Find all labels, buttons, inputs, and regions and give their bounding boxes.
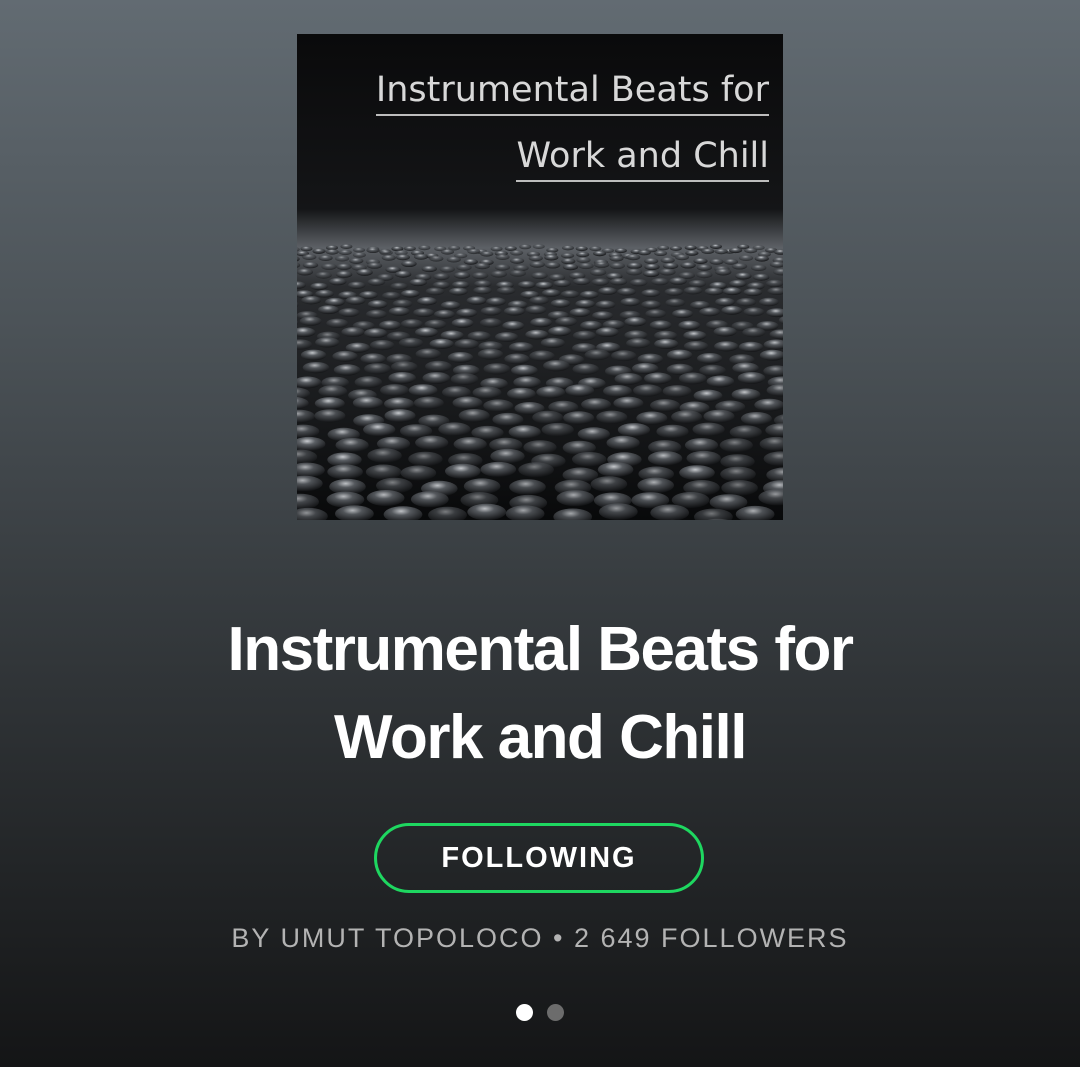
page-dot-1[interactable]: [516, 1004, 533, 1021]
playlist-meta: BY UMUT TOPOLOCO • 2 649 FOLLOWERS: [0, 918, 1080, 958]
playlist-title-line-1: Instrumental Beats for: [227, 615, 854, 684]
meta-separator: •: [553, 923, 565, 953]
cover-title-text: Instrumental Beats for Work and Chill: [375, 60, 769, 192]
playlist-title-line-2: Work and Chill: [334, 703, 747, 772]
page-indicator: [0, 1004, 1080, 1022]
following-button[interactable]: FOLLOWING: [374, 823, 704, 893]
cover-title-line-2: Work and Chill: [516, 134, 769, 182]
owner-link[interactable]: BY UMUT TOPOLOCO: [231, 923, 543, 953]
followers-count: 2 649 FOLLOWERS: [573, 923, 849, 953]
cover-title-line-1: Instrumental Beats for: [375, 68, 769, 116]
page-dot-2[interactable]: [547, 1004, 564, 1021]
playlist-cover-image[interactable]: Instrumental Beats for Work and Chill: [297, 34, 783, 520]
playlist-title: Instrumental Beats for Work and Chill: [0, 606, 1080, 782]
